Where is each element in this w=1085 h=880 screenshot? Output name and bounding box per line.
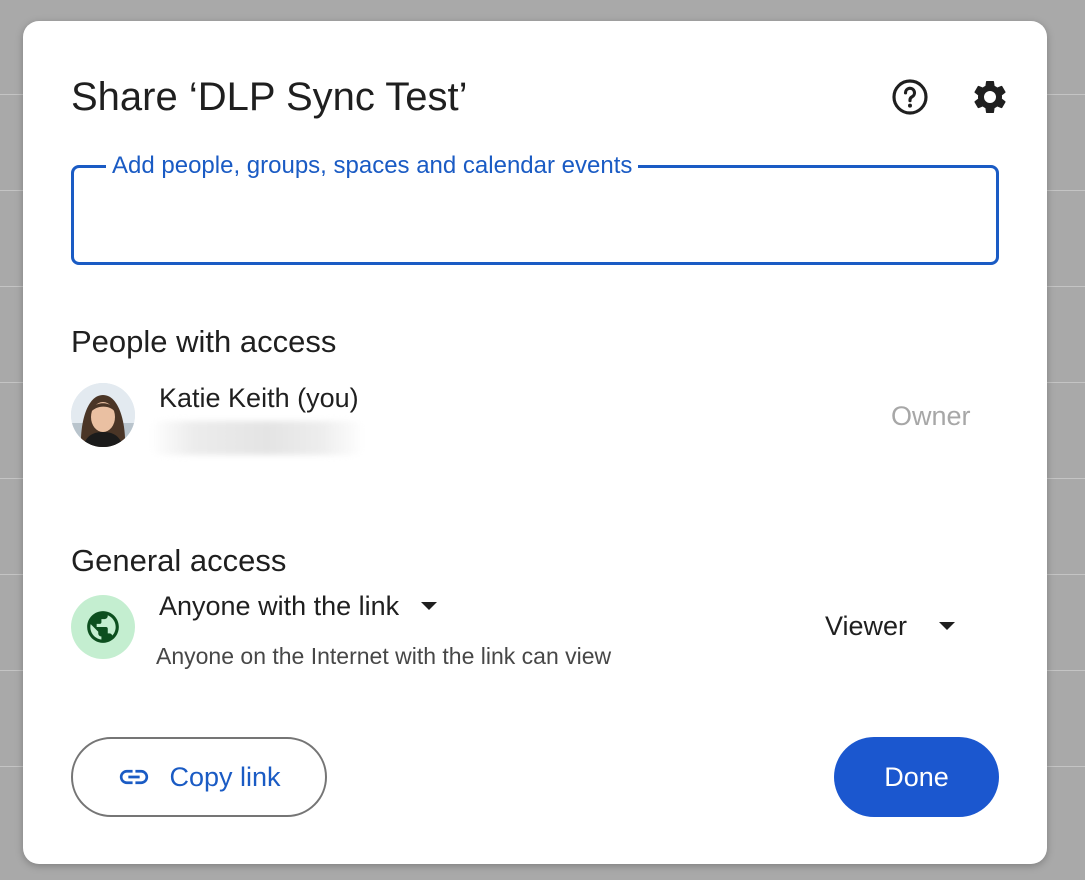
avatar [71, 383, 135, 447]
general-access-scope-dropdown[interactable]: Anyone with the link [159, 589, 439, 623]
add-people-input[interactable] [94, 198, 978, 240]
general-access-heading: General access [71, 543, 287, 578]
add-people-field[interactable]: Add people, groups, spaces and calendar … [71, 151, 999, 265]
link-icon [117, 760, 151, 794]
person-email-redacted [151, 421, 363, 455]
general-access-role-label: Viewer [825, 611, 908, 641]
general-access-scope-label: Anyone with the link [159, 591, 400, 621]
done-label: Done [884, 761, 949, 792]
add-people-label: Add people, groups, spaces and calendar … [106, 151, 639, 181]
person-name: Katie Keith (you) [159, 383, 359, 413]
globe-icon [87, 611, 119, 643]
chevron-down-icon [937, 620, 957, 632]
gear-icon [974, 80, 1006, 113]
people-with-access-heading: People with access [71, 324, 337, 359]
globe-badge [71, 595, 135, 659]
help-circle-icon [892, 79, 928, 115]
settings-button[interactable] [966, 73, 1014, 121]
general-access-description: Anyone on the Internet with the link can… [156, 643, 612, 669]
general-access-role-dropdown[interactable]: Viewer [825, 609, 957, 643]
help-button[interactable] [886, 73, 934, 121]
dialog-title: Share ‘DLP Sync Test’ [71, 75, 468, 119]
chevron-down-icon [419, 600, 439, 612]
person-role: Owner [891, 401, 971, 431]
copy-link-label: Copy link [169, 761, 281, 792]
copy-link-button[interactable]: Copy link [71, 737, 327, 817]
share-dialog: Share ‘DLP Sync Test’ Add people, groups… [23, 21, 1047, 864]
done-button[interactable]: Done [834, 737, 999, 817]
